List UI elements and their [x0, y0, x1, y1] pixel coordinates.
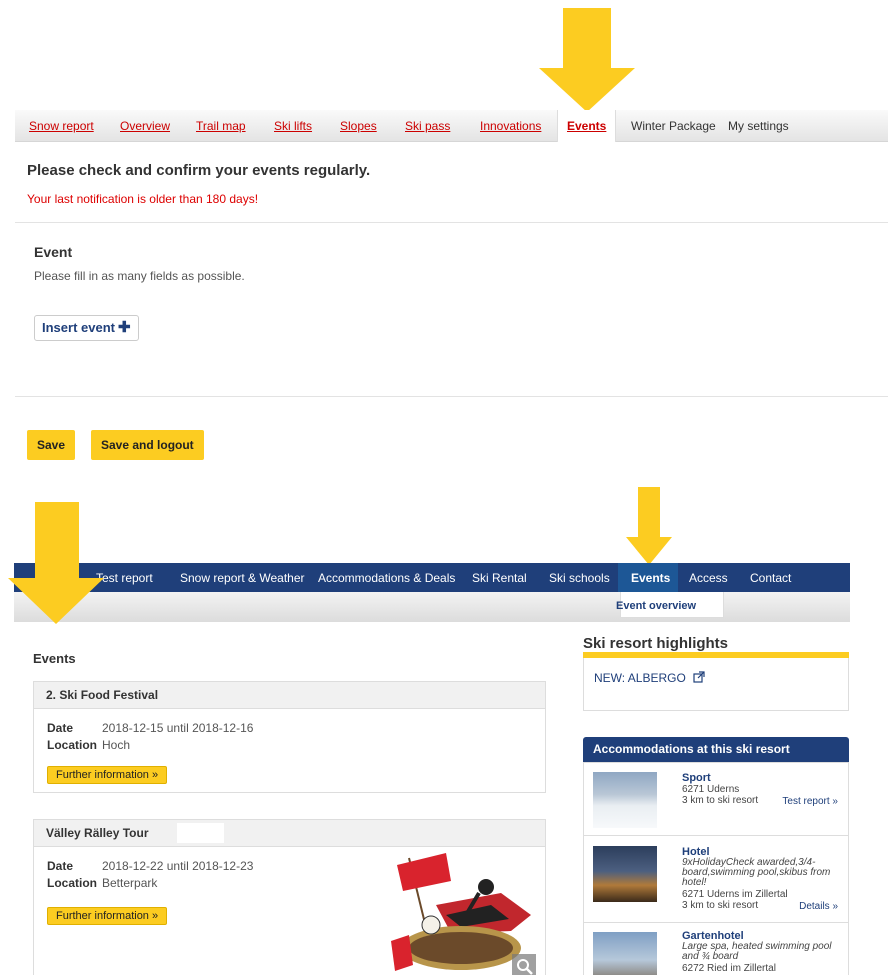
- nav-contact[interactable]: Contact: [750, 571, 791, 585]
- arrow-down-icon: [626, 487, 672, 565]
- accommodation-item[interactable]: Sport 6271 Uderns 3 km to ski resort Tes…: [584, 763, 848, 836]
- event-date-row: Date 2018-12-22 until 2018-12-23: [47, 859, 253, 873]
- title-overlay: [177, 823, 224, 843]
- tab-ski-lifts[interactable]: Ski lifts: [274, 119, 312, 133]
- location-label: Location: [47, 738, 97, 752]
- insert-event-label: Insert event: [42, 320, 115, 335]
- nav-ski-schools[interactable]: Ski schools: [549, 571, 610, 585]
- event-date: 2018-12-15 until 2018-12-16: [102, 721, 254, 735]
- top-tab-bar: Snow report Overview Trail map Ski lifts…: [15, 110, 888, 142]
- event-date-row: Date 2018-12-15 until 2018-12-16: [47, 721, 253, 735]
- highlight-link-text: NEW: ALBERGO: [594, 671, 686, 685]
- main-navigation: Test report Snow report & Weather Accomm…: [14, 563, 850, 592]
- magnifier-icon: [517, 959, 533, 975]
- event-hint: Please fill in as many fields as possibl…: [34, 269, 245, 283]
- accommodations-list: Sport 6271 Uderns 3 km to ski resort Tes…: [583, 762, 849, 975]
- event-location: Hoch: [102, 738, 131, 752]
- location-label: Location: [47, 876, 97, 890]
- event-card: Välley Rälley Tour Date 2018-12-22 until …: [33, 819, 546, 975]
- tab-overview[interactable]: Overview: [120, 119, 170, 133]
- highlight-link[interactable]: NEW: ALBERGO: [594, 671, 705, 685]
- divider: [15, 396, 888, 397]
- insert-event-button[interactable]: Insert event ✚: [34, 315, 139, 341]
- accommodation-address: 6271 Uderns im Zillertal: [682, 889, 788, 900]
- save-button[interactable]: Save: [27, 430, 76, 460]
- nav-events[interactable]: Events: [631, 571, 670, 585]
- events-title: Events: [33, 651, 76, 666]
- date-label: Date: [47, 859, 74, 873]
- event-title: 2. Ski Food Festival: [34, 682, 545, 709]
- arrow-down-icon: [539, 8, 635, 112]
- accommodation-address: 6272 Ried im Zillertal: [682, 963, 776, 974]
- accommodations-heading: Accommodations at this ski resort: [583, 737, 849, 762]
- warning-text: Your last notification is older than 180…: [27, 192, 259, 206]
- event-location: Betterpark: [102, 876, 158, 890]
- external-link-icon: [693, 671, 705, 683]
- event-heading: Event: [34, 244, 73, 260]
- warning-title: Please check and confirm your events reg…: [27, 162, 371, 179]
- event-title-text: Välley Rälley Tour: [46, 826, 149, 840]
- accommodation-item[interactable]: Gartenhotel Large spa, heated swimming p…: [584, 924, 848, 975]
- accommodation-name[interactable]: Sport: [682, 772, 711, 784]
- highlights-title: Ski resort highlights: [583, 635, 729, 652]
- date-label: Date: [47, 721, 74, 735]
- nav-ski-rental[interactable]: Ski Rental: [472, 571, 527, 585]
- event-location-row: Location Hoch: [47, 738, 130, 752]
- accommodation-address: 6271 Uderns: [682, 784, 740, 795]
- plus-icon: ✚: [117, 319, 131, 336]
- tab-slopes[interactable]: Slopes: [340, 119, 377, 133]
- test-report-link[interactable]: Test report »: [782, 796, 838, 807]
- event-logo-image[interactable]: [391, 853, 536, 975]
- event-date: 2018-12-22 until 2018-12-23: [102, 859, 254, 873]
- accommodation-description: Large spa, heated swimming pool and ¾ bo…: [682, 941, 832, 962]
- event-card: 2. Ski Food Festival Date 2018-12-15 unti…: [33, 681, 546, 793]
- subnav-event-overview[interactable]: Event overview: [616, 600, 696, 612]
- accommodation-photo[interactable]: [593, 932, 657, 975]
- divider: [15, 222, 888, 223]
- accommodation-photo[interactable]: [593, 772, 657, 828]
- tab-trail-map[interactable]: Trail map: [196, 119, 246, 133]
- tab-snow-report[interactable]: Snow report: [29, 119, 94, 133]
- accommodation-description: 9xHolidayCheck awarded,3/4-board,swimmin…: [682, 857, 831, 888]
- details-link[interactable]: Details »: [799, 901, 838, 912]
- accommodation-distance: 3 km to ski resort: [682, 795, 759, 806]
- sub-navigation: [14, 592, 850, 622]
- accommodation-distance: 3 km to ski resort: [682, 900, 759, 911]
- further-information-button[interactable]: Further information »: [47, 766, 168, 784]
- nav-snow-report-weather[interactable]: Snow report & Weather: [180, 571, 305, 585]
- nav-access[interactable]: Access: [689, 571, 728, 585]
- tab-innovations[interactable]: Innovations: [480, 119, 541, 133]
- tab-my-settings[interactable]: My settings: [728, 119, 789, 133]
- nav-accommodations-deals[interactable]: Accommodations & Deals: [318, 571, 455, 585]
- event-location-row: Location Betterpark: [47, 876, 157, 890]
- tab-winter-package[interactable]: Winter Package: [631, 119, 716, 133]
- accommodation-photo[interactable]: [593, 846, 657, 902]
- zoom-button[interactable]: [512, 954, 536, 975]
- arrow-down-icon: [8, 502, 104, 624]
- event-editor-panel: Snow report Overview Trail map Ski lifts…: [15, 110, 888, 495]
- tab-events[interactable]: Events: [567, 119, 606, 133]
- save-and-logout-button[interactable]: Save and logout: [91, 430, 204, 460]
- tab-ski-pass[interactable]: Ski pass: [405, 119, 450, 133]
- further-information-button[interactable]: Further information »: [47, 907, 168, 925]
- accommodation-item[interactable]: Hotel 9xHolidayCheck awarded,3/4-board,s…: [584, 837, 848, 923]
- event-title: Välley Rälley Tour: [34, 820, 545, 847]
- nav-test-report[interactable]: Test report: [96, 571, 153, 585]
